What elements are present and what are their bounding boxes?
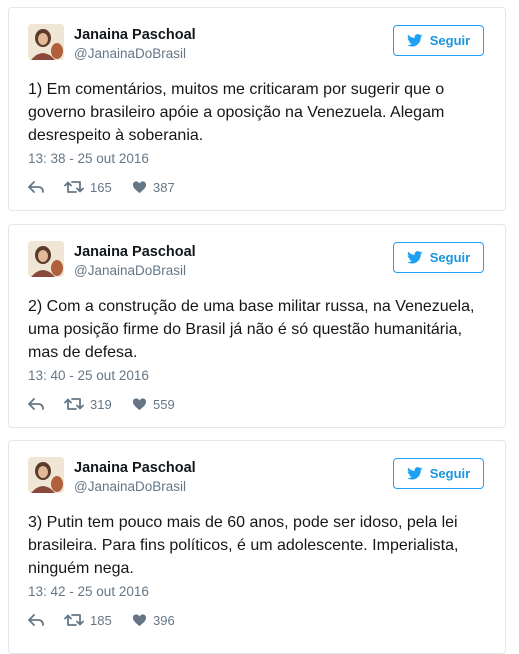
tweet-text: 2) Com a construção de uma base militar … bbox=[28, 298, 475, 361]
avatar[interactable] bbox=[28, 457, 64, 493]
twitter-bird-icon bbox=[406, 251, 423, 264]
like-button[interactable]: 387 bbox=[132, 180, 175, 195]
author-name[interactable]: Janaina Paschoal bbox=[74, 460, 196, 476]
heart-icon bbox=[132, 181, 147, 194]
tweet-card-3: Janaina Paschoal @JanainaDoBrasil Seguir… bbox=[8, 440, 506, 654]
tweet-timestamp[interactable]: 13: 38 - 25 out 2016 bbox=[28, 151, 149, 166]
reply-button[interactable] bbox=[28, 397, 64, 411]
tweet-card-2: Janaina Paschoal @JanainaDoBrasil Seguir… bbox=[8, 224, 506, 428]
reply-icon bbox=[28, 398, 44, 410]
author-handle[interactable]: @JanainaDoBrasil bbox=[74, 263, 186, 278]
like-button[interactable]: 396 bbox=[132, 613, 175, 628]
author-name[interactable]: Janaina Paschoal bbox=[74, 27, 196, 43]
twitter-bird-icon bbox=[406, 467, 423, 480]
follow-label: Seguir bbox=[429, 466, 471, 481]
heart-icon bbox=[132, 614, 147, 627]
follow-button[interactable]: Seguir bbox=[393, 242, 484, 273]
retweet-button[interactable]: 185 bbox=[64, 613, 132, 628]
author-name[interactable]: Janaina Paschoal bbox=[74, 244, 196, 260]
avatar[interactable] bbox=[28, 241, 64, 277]
author-handle[interactable]: @JanainaDoBrasil bbox=[74, 46, 186, 61]
tweet-text: 3) Putin tem pouco mais de 60 anos, pode… bbox=[28, 514, 459, 577]
avatar[interactable] bbox=[28, 24, 64, 60]
like-count: 396 bbox=[153, 612, 175, 628]
like-count: 559 bbox=[153, 396, 175, 412]
tweet-actions: 319 559 bbox=[28, 394, 175, 414]
retweet-icon bbox=[64, 614, 84, 626]
like-button[interactable]: 559 bbox=[132, 397, 175, 412]
tweet-card-1: Janaina Paschoal @JanainaDoBrasil Seguir… bbox=[8, 7, 506, 211]
retweet-icon bbox=[64, 398, 84, 410]
tweet-timestamp[interactable]: 13: 40 - 25 out 2016 bbox=[28, 368, 149, 383]
tweet-actions: 165 387 bbox=[28, 177, 175, 197]
retweet-icon bbox=[64, 181, 84, 193]
follow-button[interactable]: Seguir bbox=[393, 458, 484, 489]
tweet-text: 1) Em comentários, muitos me criticaram … bbox=[28, 81, 445, 144]
follow-label: Seguir bbox=[429, 33, 471, 48]
retweet-count: 165 bbox=[90, 179, 112, 195]
reply-icon bbox=[28, 181, 44, 193]
tweet-actions: 185 396 bbox=[28, 610, 175, 630]
retweet-count: 185 bbox=[90, 612, 112, 628]
tweet-timestamp[interactable]: 13: 42 - 25 out 2016 bbox=[28, 584, 149, 599]
reply-icon bbox=[28, 614, 44, 626]
retweet-button[interactable]: 165 bbox=[64, 180, 132, 195]
follow-label: Seguir bbox=[429, 250, 471, 265]
retweet-count: 319 bbox=[90, 396, 112, 412]
like-count: 387 bbox=[153, 179, 175, 195]
reply-button[interactable] bbox=[28, 180, 64, 194]
heart-icon bbox=[132, 398, 147, 411]
reply-button[interactable] bbox=[28, 613, 64, 627]
author-handle[interactable]: @JanainaDoBrasil bbox=[74, 479, 186, 494]
follow-button[interactable]: Seguir bbox=[393, 25, 484, 56]
retweet-button[interactable]: 319 bbox=[64, 397, 132, 412]
twitter-bird-icon bbox=[406, 34, 423, 47]
